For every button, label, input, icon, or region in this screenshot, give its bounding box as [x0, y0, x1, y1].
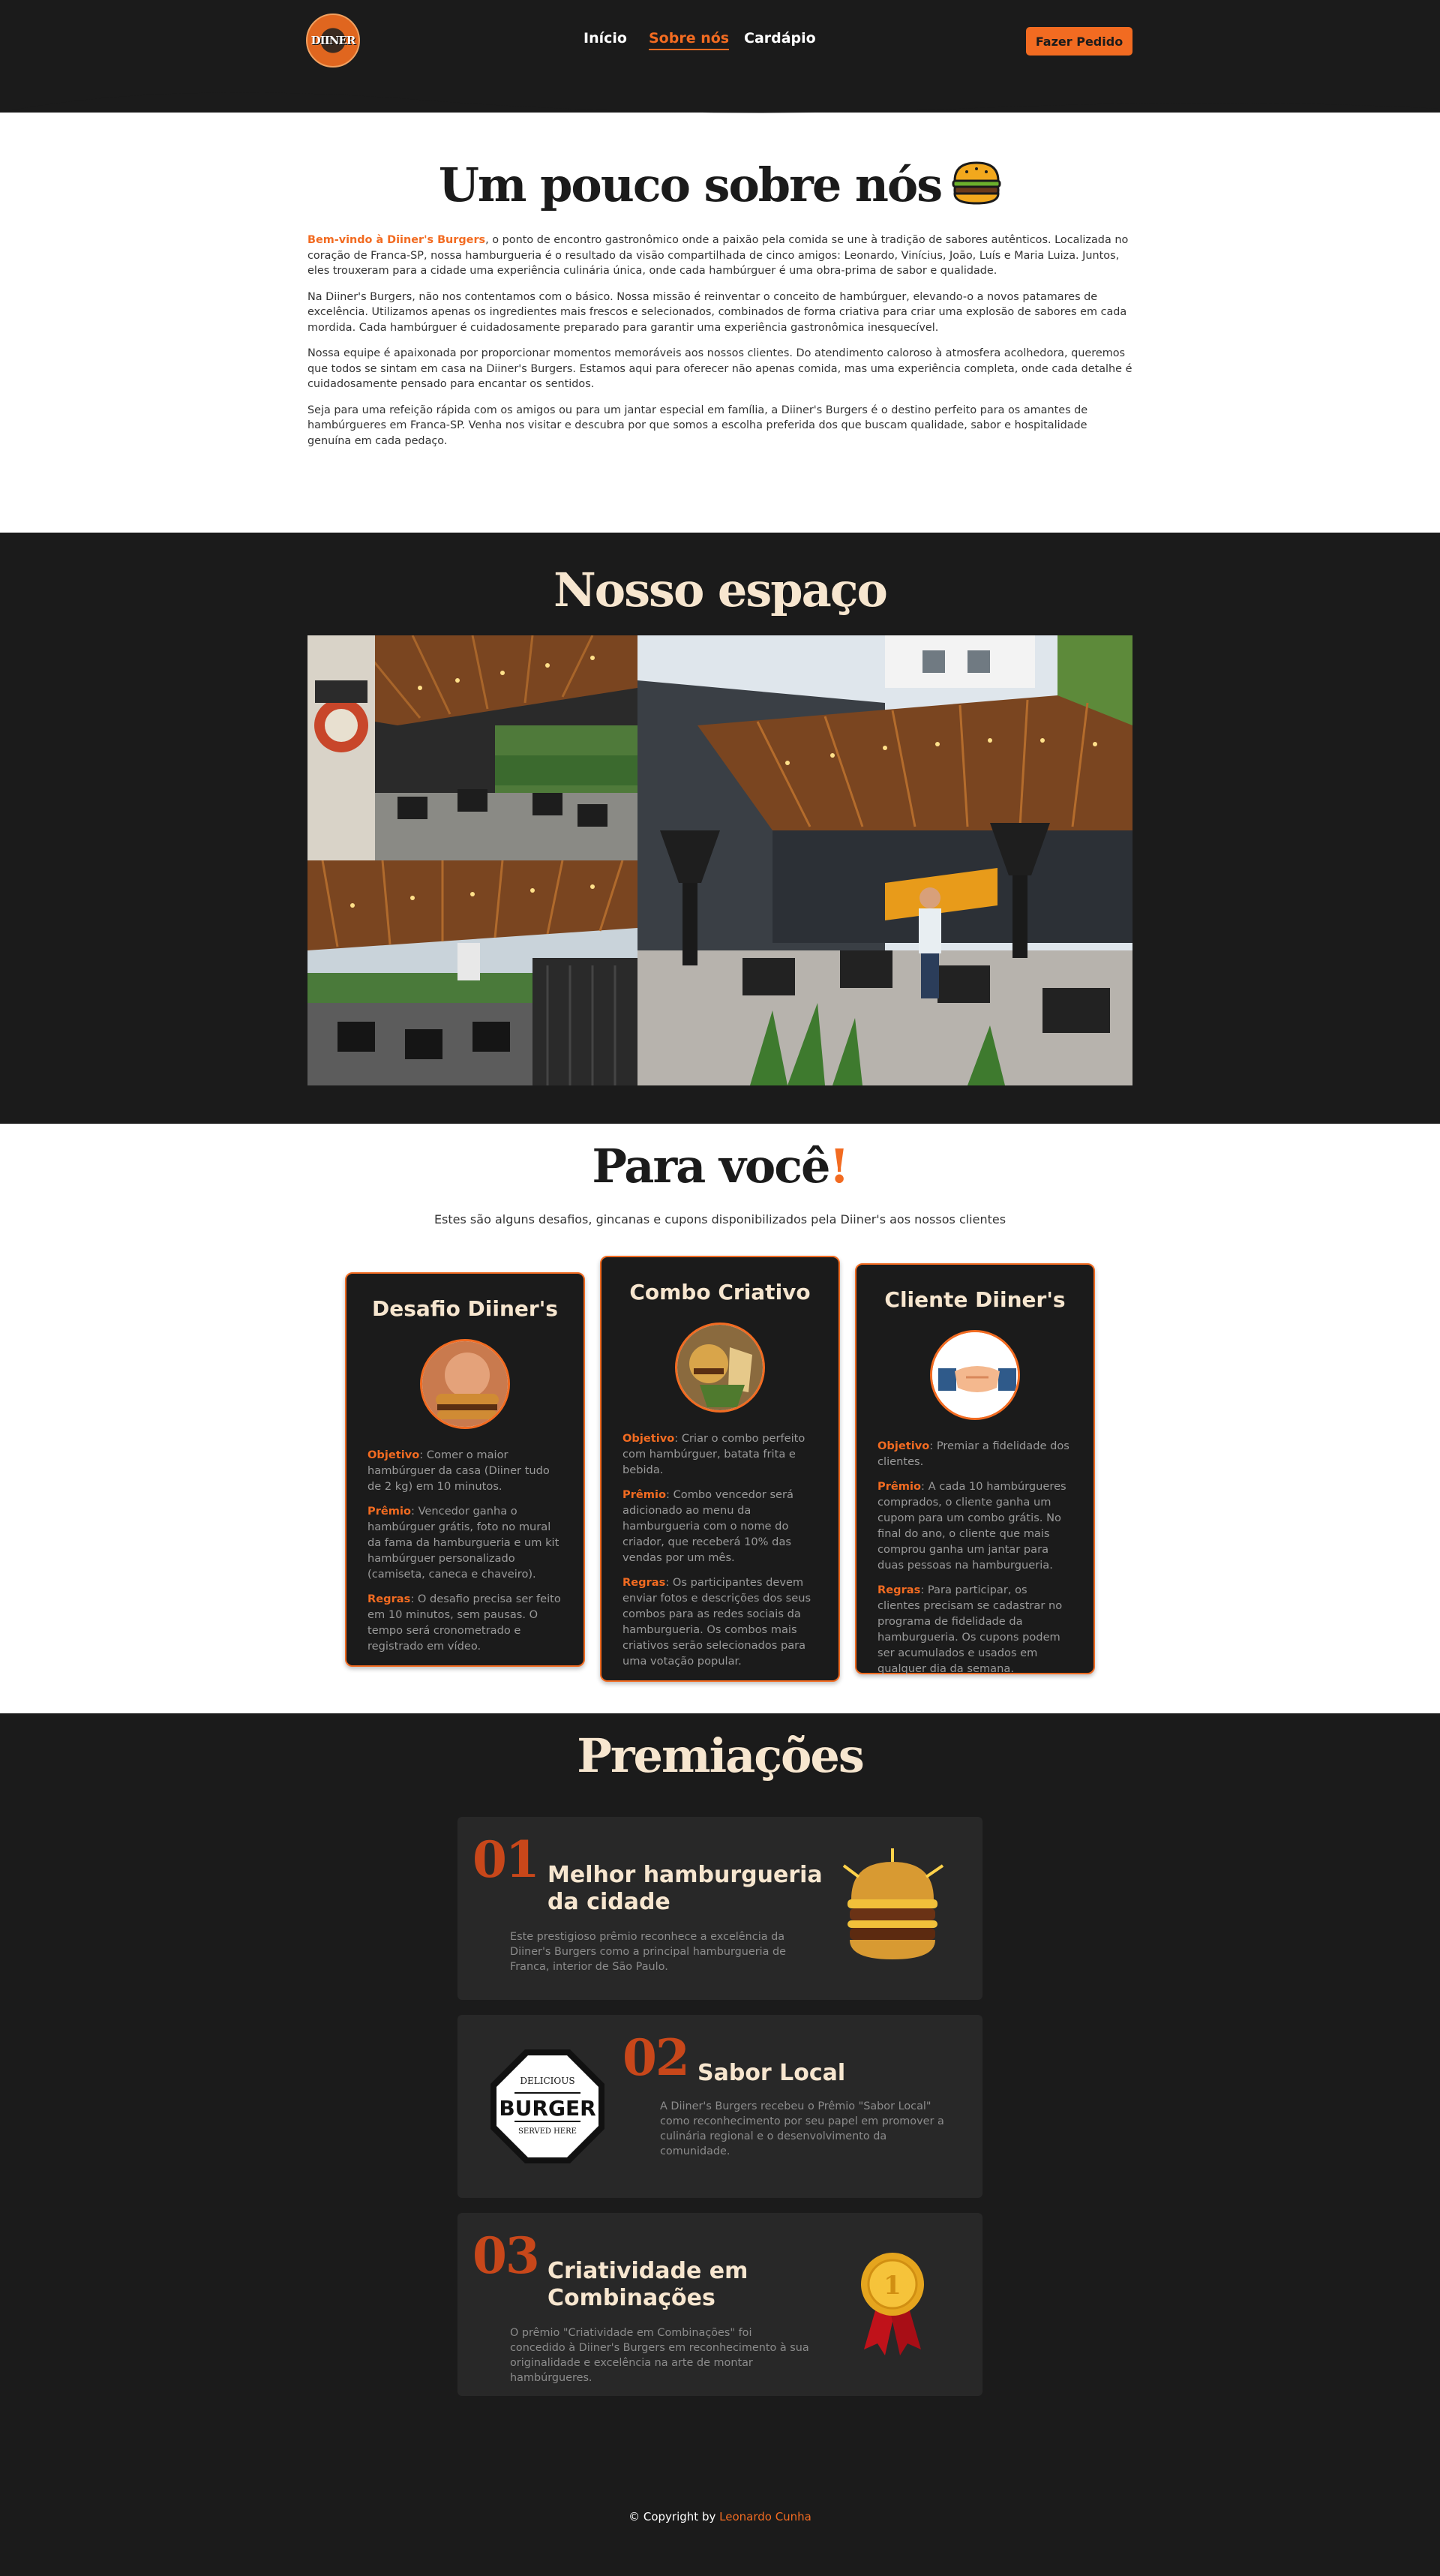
order-button[interactable]: Fazer Pedido — [1026, 27, 1132, 56]
award-number: 02 — [622, 2028, 690, 2087]
space-photo-container-patio — [638, 635, 1132, 1085]
card-prize: Prêmio: Vencedor ganha o hambúrguer grát… — [368, 1503, 562, 1582]
awards-section: Premiações 01 Melhor hamburgueria da cid… — [0, 1713, 1440, 2576]
gold-medal-icon: 1 — [861, 2253, 924, 2355]
footer: © Copyright by Leonardo Cunha — [0, 2510, 1440, 2523]
about-section: Um pouco sobre nós Bem-vindo à Diiner's … — [0, 83, 1440, 533]
challenge-card-combo[interactable]: Combo Criativo Objetivo: Criar o combo p… — [600, 1256, 840, 1682]
copyright-text: © Copyright by — [628, 2510, 716, 2523]
badge-top-text: DELICIOUS — [520, 2076, 574, 2086]
about-paragraph-3: Nossa equipe é apaixonada por proporcion… — [308, 347, 1132, 390]
award-card-1: 01 Melhor hamburgueria da cidade Este pr… — [458, 1817, 982, 2000]
card-rules: Regras: Para participar, os clientes pre… — [878, 1582, 1072, 1677]
handshake-icon — [930, 1330, 1020, 1420]
award-title: Melhor hamburgueria da cidade — [548, 1862, 823, 1915]
combo-food-image — [675, 1323, 765, 1413]
for-you-section: Para você! Estes são alguns desafios, gi… — [0, 1124, 1440, 1713]
award-description: Este prestigioso prêmio reconhece a exce… — [510, 1931, 787, 1973]
award-number: 01 — [472, 1830, 540, 1889]
objective-label: Objetivo — [622, 1432, 675, 1445]
about-text: Bem-vindo à Diiner's Burgers, o ponto de… — [308, 233, 1132, 459]
nav-link-cardapio[interactable]: Cardápio — [744, 30, 816, 47]
rules-label: Regras — [878, 1584, 921, 1596]
award-title: Sabor Local — [698, 2060, 846, 2086]
award-card-3: 03 Criatividade em Combinações O prêmio … — [458, 2213, 982, 2396]
card-rules: Regras: Os participantes devem enviar fo… — [622, 1575, 818, 1669]
about-title: Um pouco sobre nós — [0, 158, 1440, 212]
space-photo-interior — [308, 635, 638, 860]
nav-link-sobre-nos[interactable]: Sobre nós — [649, 30, 730, 50]
award-card-2: DELICIOUS BURGER SERVED HERE 02 Sabor Lo… — [458, 2015, 982, 2198]
about-paragraph-2: Na Diiner's Burgers, não nos contentamos… — [308, 290, 1127, 334]
awards-title: Premiações — [577, 1728, 865, 1783]
card-title: Cliente Diiner's — [884, 1287, 1066, 1312]
for-you-title-text: Para você — [592, 1139, 830, 1193]
medal-number: 1 — [884, 2271, 902, 2301]
for-you-title: Para você! — [0, 1139, 1440, 1193]
space-section: Nosso espaço — [0, 533, 1440, 1124]
award-description: O prêmio "Criatividade em Combinações" f… — [510, 2327, 809, 2384]
nav-link-inicio[interactable]: Início — [584, 30, 627, 47]
about-paragraph-4: Seja para uma refeição rápida com os ami… — [308, 404, 1088, 447]
card-objective: Objetivo: Criar o combo perfeito com ham… — [622, 1431, 818, 1478]
rules-label: Regras — [622, 1576, 666, 1589]
award-description: A Diiner's Burgers recebeu o Prêmio "Sab… — [660, 2100, 944, 2157]
space-title: Nosso espaço — [554, 563, 888, 617]
award-title: Criatividade em Combinações — [548, 2258, 748, 2311]
about-paragraph-1: Bem-vindo à Diiner's Burgers, o ponto de… — [308, 233, 1132, 279]
rules-label: Regras — [368, 1593, 411, 1605]
badge-main-text: BURGER — [499, 2096, 596, 2121]
card-prize: Prêmio: Combo vencedor será adicionado a… — [622, 1487, 818, 1566]
badge-bottom-text: SERVED HERE — [518, 2127, 577, 2136]
award-number: 03 — [472, 2226, 540, 2285]
burger-photo — [842, 1848, 944, 1959]
card-objective: Objetivo: Premiar a fidelidade dos clien… — [878, 1438, 1072, 1470]
space-photo-terrace — [308, 860, 638, 1085]
for-you-title-mark: ! — [829, 1139, 849, 1193]
rules-text: : Os participantes devem enviar fotos e … — [622, 1576, 812, 1668]
prize-label: Prêmio — [622, 1488, 667, 1501]
for-you-subtitle: Estes são alguns desafios, gincanas e cu… — [434, 1212, 1006, 1226]
objective-label: Objetivo — [368, 1449, 420, 1461]
prize-text: : A cada 10 hambúrgueres comprados, o cl… — [878, 1480, 1066, 1572]
logo[interactable]: DIINER — [306, 14, 360, 68]
author-link[interactable]: Leonardo Cunha — [719, 2510, 812, 2523]
welcome-highlight: Bem-vindo à Diiner's Burgers — [308, 234, 486, 246]
rules-text: : Para participar, os clientes precisam … — [878, 1584, 1063, 1675]
about-title-text: Um pouco sobre nós — [438, 158, 943, 212]
card-title: Combo Criativo — [629, 1280, 811, 1305]
header-wave — [0, 83, 1440, 113]
card-objective: Objetivo: Comer o maior hambúrguer da ca… — [368, 1447, 562, 1494]
giant-burger-image — [420, 1339, 510, 1429]
challenge-card-desafio[interactable]: Desafio Diiner's Objetivo: Comer o maior… — [345, 1272, 585, 1667]
prize-label: Prêmio — [878, 1480, 922, 1493]
burger-icon — [952, 161, 1001, 205]
logo-text: DIINER — [310, 34, 356, 47]
objective-label: Objetivo — [878, 1440, 930, 1452]
prize-label: Prêmio — [368, 1505, 412, 1518]
burger-badge-icon: DELICIOUS BURGER SERVED HERE — [490, 2049, 604, 2163]
card-prize: Prêmio: A cada 10 hambúrgueres comprados… — [878, 1479, 1072, 1573]
card-title: Desafio Diiner's — [372, 1296, 558, 1321]
card-rules: Regras: O desafio precisa ser feito em 1… — [368, 1591, 562, 1654]
challenge-card-cliente[interactable]: Cliente Diiner's Objetivo: Premiar a fid… — [855, 1263, 1095, 1677]
